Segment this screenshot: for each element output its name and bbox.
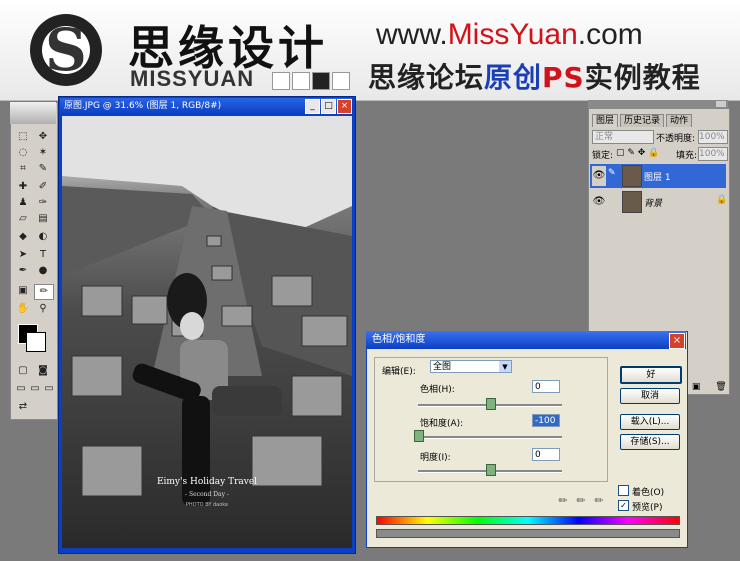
- close-button[interactable]: ×: [337, 99, 352, 114]
- chevron-down-icon[interactable]: ▼: [499, 361, 511, 372]
- tab-actions[interactable]: 动作: [666, 114, 693, 127]
- fill-label: 填充:: [676, 151, 698, 161]
- background-color-swatch[interactable]: [26, 332, 46, 352]
- lightness-label: 明度(I):: [420, 453, 451, 463]
- slice-tool-icon[interactable]: ✎: [34, 162, 52, 176]
- blur-tool-icon[interactable]: ◆: [14, 230, 32, 244]
- crop-tool-icon[interactable]: ⌗: [14, 162, 32, 176]
- magic-wand-icon[interactable]: ✶: [34, 146, 52, 160]
- saturation-slider[interactable]: [418, 436, 562, 439]
- saturation-slider-thumb[interactable]: [414, 430, 424, 442]
- opacity-field[interactable]: 100%: [698, 130, 728, 144]
- dodge-tool-icon[interactable]: ◐: [34, 230, 52, 244]
- gradient-tool-icon[interactable]: ▤: [34, 212, 52, 226]
- preview-label: 预览(P): [632, 503, 663, 513]
- tab-layers[interactable]: 图层: [592, 114, 619, 127]
- standard-mode-icon[interactable]: ▢: [14, 364, 32, 378]
- type-tool-icon[interactable]: T: [34, 248, 52, 262]
- lock-label: 锁定:: [592, 151, 614, 161]
- marquee-tool-icon[interactable]: ⬚: [14, 130, 32, 144]
- brand-square-1: [272, 72, 290, 90]
- brush-tool-icon[interactable]: ✐: [34, 180, 52, 194]
- maximize-button[interactable]: □: [321, 99, 336, 114]
- toolbox-header[interactable]: [10, 102, 56, 124]
- visibility-eye-icon[interactable]: 👁: [592, 192, 606, 212]
- load-button[interactable]: 载入(L)...: [620, 414, 680, 430]
- move-tool-icon[interactable]: ✥: [34, 130, 52, 144]
- path-select-icon[interactable]: ➤: [14, 248, 32, 262]
- lightness-slider-thumb[interactable]: [486, 464, 496, 476]
- cancel-button[interactable]: 取消: [620, 388, 680, 404]
- dialog-close-button[interactable]: ×: [669, 333, 685, 349]
- brand-en-title: MISSYUAN: [130, 66, 255, 91]
- lasso-tool-icon[interactable]: ◌: [14, 146, 32, 160]
- fill-field[interactable]: 100%: [698, 147, 728, 161]
- screen-mode-3-icon[interactable]: ▭: [40, 382, 58, 396]
- brand-square-4: [332, 72, 350, 90]
- brand-square-3: [312, 72, 330, 90]
- blend-mode-select[interactable]: 正常: [592, 130, 654, 144]
- ok-button[interactable]: 好: [620, 366, 682, 384]
- brand-square-2: [292, 72, 310, 90]
- colorize-label: 着色(O): [632, 488, 665, 498]
- quickmask-mode-icon[interactable]: ◙: [34, 364, 52, 378]
- layer-row[interactable]: 👁 背景 🔒: [590, 190, 728, 214]
- result-spectrum-bar: [376, 529, 680, 538]
- preview-checkbox[interactable]: ✓: [618, 500, 629, 511]
- hand-tool-icon[interactable]: ✋: [14, 302, 32, 316]
- brush-link-icon[interactable]: ✎: [608, 168, 618, 182]
- hue-input[interactable]: 0: [532, 380, 560, 393]
- tab-history[interactable]: 历史记录: [620, 114, 665, 127]
- stamp-tool-icon[interactable]: ♟: [14, 196, 32, 210]
- eyedropper-minus-icon[interactable]: ✏: [592, 494, 606, 508]
- zoom-tool-icon[interactable]: ⚲: [34, 302, 52, 316]
- shape-tool-icon[interactable]: ●: [34, 264, 52, 278]
- notes-tool-icon[interactable]: ▣: [14, 284, 32, 298]
- logo-s-mark: S: [45, 16, 87, 84]
- layer-thumbnail: [622, 165, 642, 187]
- site-subtitle: 思缘论坛原创PS实例教程: [368, 61, 701, 94]
- save-button[interactable]: 存储(S)...: [620, 434, 680, 450]
- saturation-label: 饱和度(A):: [420, 419, 464, 429]
- lightness-input[interactable]: 0: [532, 448, 560, 461]
- layer-row[interactable]: 👁 ✎ 图层 1: [590, 164, 726, 188]
- eraser-tool-icon[interactable]: ▱: [14, 212, 32, 226]
- hue-slider-thumb[interactable]: [486, 398, 496, 410]
- hue-label: 色相(H):: [420, 385, 455, 395]
- visibility-eye-icon[interactable]: 👁: [592, 166, 606, 186]
- photo-scene: Eimy's Holiday Travel - Second Day - PHO…: [62, 116, 352, 508]
- layer-name: 图层 1: [644, 173, 671, 183]
- lock-icons[interactable]: ▢ ✎ ✥ 🔒: [616, 148, 659, 158]
- layer-thumbnail: [622, 191, 642, 213]
- layers-panel-header[interactable]: [588, 100, 728, 108]
- edit-select[interactable]: 全图 ▼: [430, 360, 512, 373]
- healing-brush-icon[interactable]: ✚: [14, 180, 32, 194]
- history-brush-icon[interactable]: ✑: [34, 196, 52, 210]
- layer-name: 背景: [644, 199, 663, 209]
- photo-caption-1: Eimy's Holiday Travel: [157, 477, 257, 487]
- panel-collapse-icon[interactable]: [716, 101, 726, 107]
- eyedropper-plus-icon[interactable]: ✏: [574, 494, 588, 508]
- pen-tool-icon[interactable]: ✒: [14, 264, 32, 278]
- eyedropper-tool-icon[interactable]: ✏: [34, 284, 54, 300]
- eyedropper-icon[interactable]: ✏: [556, 494, 570, 508]
- edit-label: 编辑(E):: [382, 367, 416, 377]
- jump-to-imageready-icon[interactable]: ⇄: [14, 400, 32, 414]
- photo-caption-3: PHOTO BY daoke: [186, 502, 228, 508]
- color-spectrum-bar: [376, 516, 680, 525]
- site-url: www.MissYuan.com: [376, 18, 643, 51]
- minimize-button[interactable]: _: [305, 99, 320, 114]
- dialog-title[interactable]: 色相/饱和度: [366, 331, 686, 349]
- photo-caption-2: - Second Day -: [185, 491, 229, 498]
- colorize-checkbox[interactable]: [618, 485, 629, 496]
- saturation-input[interactable]: -100: [532, 414, 560, 427]
- photo-canvas[interactable]: Eimy's Holiday Travel - Second Day - PHO…: [62, 116, 352, 548]
- opacity-label: 不透明度:: [656, 134, 696, 144]
- lock-icon: 🔒: [716, 195, 728, 205]
